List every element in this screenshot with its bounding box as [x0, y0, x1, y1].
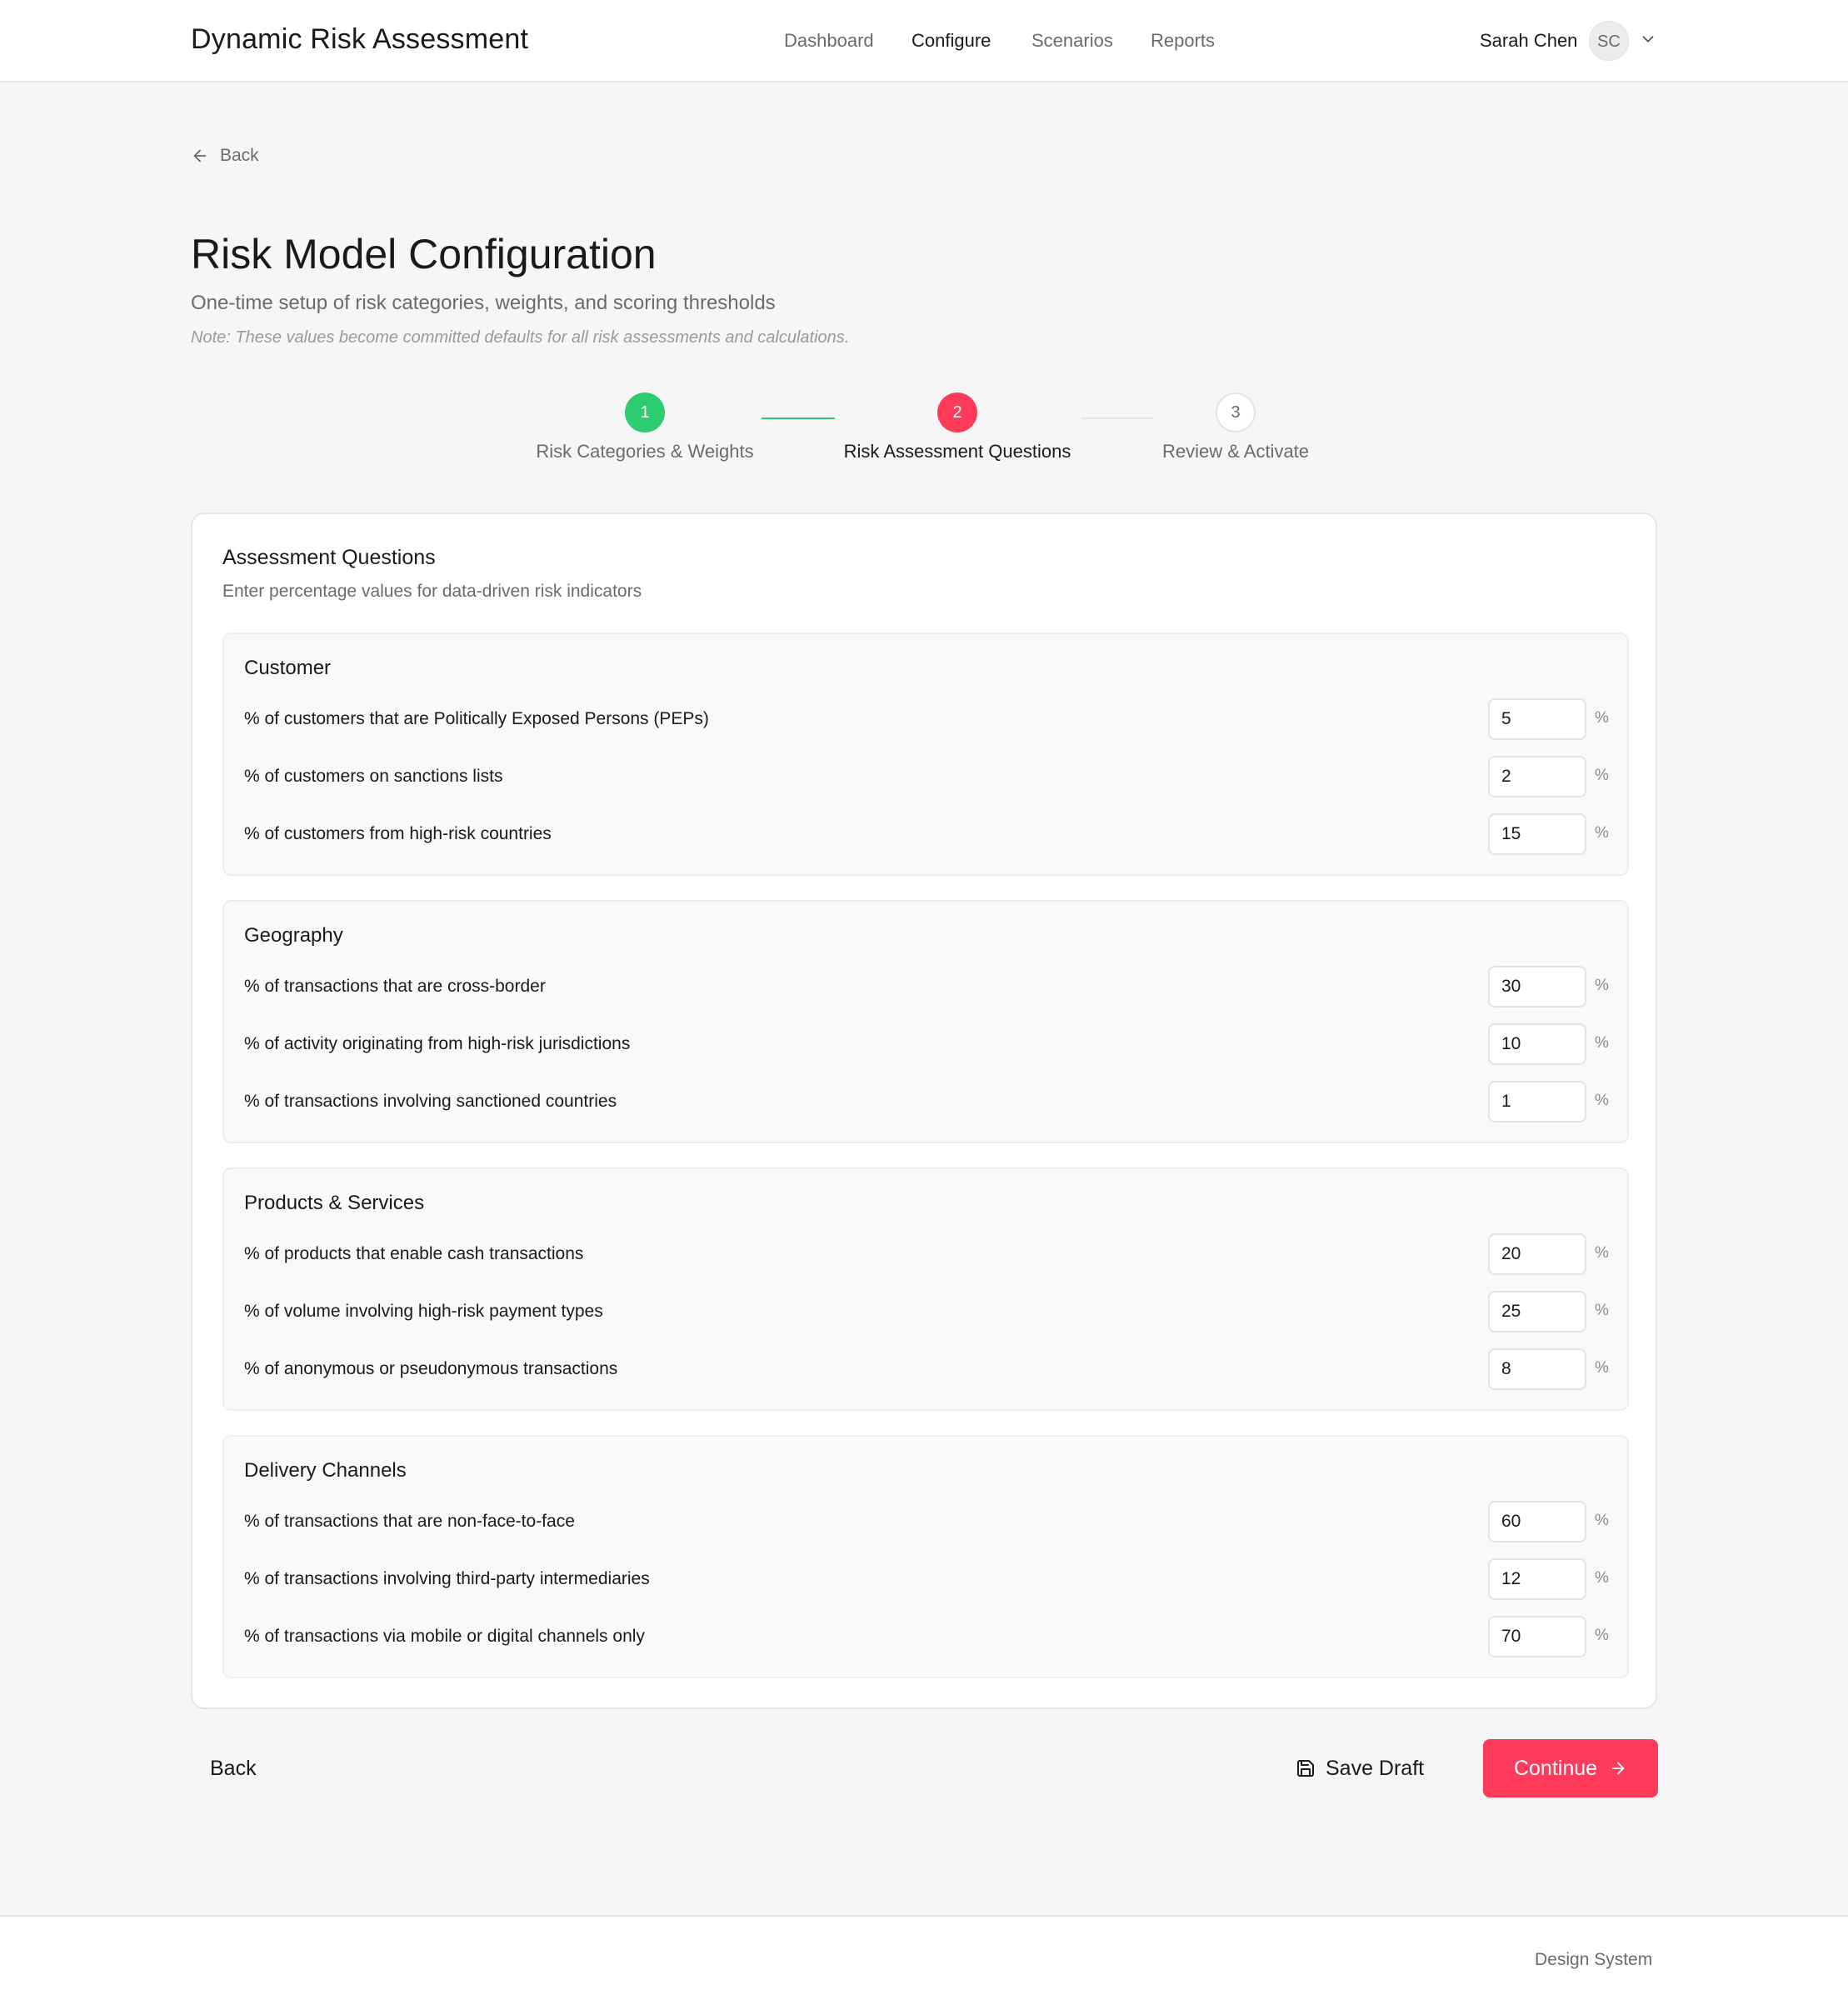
question-row: % of anonymous or pseudonymous transacti… [224, 1348, 1627, 1390]
step-3-indicator[interactable]: 3 [1216, 392, 1256, 432]
nav-scenarios[interactable]: Scenarios [1031, 30, 1113, 52]
percentage-input[interactable] [1488, 966, 1586, 1008]
percentage-input[interactable] [1488, 1348, 1586, 1390]
back-link-label: Back [220, 146, 259, 165]
assessment-questions-card: Assessment Questions Enter percentage va… [191, 512, 1657, 1709]
footer-text: Design System [1535, 1950, 1653, 1969]
percent-unit: % [1595, 1244, 1609, 1262]
percent-unit: % [1595, 709, 1609, 727]
question-label: % of products that enable cash transacti… [244, 1244, 584, 1263]
continue-button[interactable]: Continue [1483, 1739, 1658, 1798]
page-title: Risk Model Configuration [191, 231, 657, 278]
percentage-input[interactable] [1488, 1501, 1586, 1542]
step-1-indicator[interactable]: 1 [625, 392, 665, 432]
percentage-input[interactable] [1488, 1616, 1586, 1658]
percentage-input[interactable] [1488, 1558, 1586, 1600]
question-row: % of customers that are Politically Expo… [224, 698, 1627, 740]
percent-unit: % [1595, 1034, 1609, 1052]
question-row: % of volume involving high-risk payment … [224, 1291, 1627, 1332]
user-name[interactable]: Sarah Chen [1480, 30, 1577, 52]
percentage-input[interactable] [1488, 756, 1586, 798]
question-row: % of products that enable cash transacti… [224, 1233, 1627, 1275]
percent-unit: % [1595, 1512, 1609, 1529]
save-icon [1297, 1760, 1314, 1777]
back-link[interactable]: Back [191, 143, 259, 168]
question-row: % of customers on sanctions lists % [224, 756, 1627, 798]
question-label: % of transactions that are non-face-to-f… [244, 1512, 575, 1531]
page-note: Note: These values become committed defa… [191, 328, 850, 347]
card-subtitle: Enter percentage values for data-driven … [222, 582, 642, 601]
step-connector-1 [762, 418, 835, 419]
percent-unit: % [1595, 767, 1609, 784]
step-2-indicator[interactable]: 2 [937, 392, 977, 432]
page-footer: Design System [0, 1915, 1848, 2000]
chevron-down-icon[interactable] [1639, 30, 1657, 48]
app-title: Dynamic Risk Assessment [191, 23, 529, 55]
card-title: Assessment Questions [222, 546, 436, 569]
question-row: % of transactions via mobile or digital … [224, 1616, 1627, 1658]
question-label: % of anonymous or pseudonymous transacti… [244, 1359, 618, 1378]
question-label: % of customers that are Politically Expo… [244, 709, 709, 728]
question-row: % of transactions that are cross-border … [224, 966, 1627, 1008]
question-label: % of customers from high-risk countries [244, 824, 552, 843]
percentage-input[interactable] [1488, 1081, 1586, 1122]
nav-reports[interactable]: Reports [1151, 30, 1215, 52]
question-row: % of customers from high-risk countries … [224, 813, 1627, 855]
question-label: % of volume involving high-risk payment … [244, 1302, 603, 1321]
step-2-label[interactable]: Risk Assessment Questions [803, 441, 1111, 462]
question-label: % of customers on sanctions lists [244, 767, 503, 786]
question-row: % of transactions involving third-party … [224, 1558, 1627, 1600]
section-title: Geography [244, 924, 343, 947]
percentage-input[interactable] [1488, 1233, 1586, 1275]
avatar[interactable]: SC [1589, 21, 1629, 61]
percentage-input[interactable] [1488, 1291, 1586, 1332]
section-customer: Customer % of customers that are Politic… [222, 632, 1629, 876]
section-title: Delivery Channels [244, 1459, 407, 1482]
back-button[interactable]: Back [191, 1739, 274, 1798]
percent-unit: % [1595, 1302, 1609, 1319]
arrow-right-icon [1611, 1762, 1625, 1775]
percentage-input[interactable] [1488, 698, 1586, 740]
continue-label: Continue [1513, 1756, 1598, 1780]
top-navigation-bar: Dynamic Risk Assessment Dashboard Config… [0, 0, 1848, 82]
section-products-services: Products & Services % of products that e… [222, 1168, 1629, 1411]
percent-unit: % [1595, 1092, 1609, 1109]
question-label: % of transactions via mobile or digital … [244, 1627, 645, 1646]
step-3-label[interactable]: Review & Activate [1119, 441, 1352, 462]
save-draft-button[interactable]: Save Draft [1296, 1739, 1424, 1798]
section-title: Customer [244, 657, 332, 679]
arrow-left-icon [193, 149, 207, 162]
percent-unit: % [1595, 824, 1609, 842]
step-1-label[interactable]: Risk Categories & Weights [497, 441, 793, 462]
percentage-input[interactable] [1488, 1023, 1586, 1065]
section-delivery-channels: Delivery Channels % of transactions that… [222, 1435, 1629, 1678]
percent-unit: % [1595, 1569, 1609, 1587]
question-label: % of transactions that are cross-border [244, 977, 546, 996]
percent-unit: % [1595, 977, 1609, 994]
question-label: % of transactions involving third-party … [244, 1569, 650, 1588]
percent-unit: % [1595, 1627, 1609, 1644]
percent-unit: % [1595, 1359, 1609, 1377]
nav-configure[interactable]: Configure [912, 30, 991, 52]
question-label: % of activity originating from high-risk… [244, 1034, 631, 1053]
question-row: % of transactions that are non-face-to-f… [224, 1501, 1627, 1542]
section-geography: Geography % of transactions that are cro… [222, 900, 1629, 1143]
save-draft-label: Save Draft [1326, 1756, 1425, 1780]
percentage-input[interactable] [1488, 813, 1586, 855]
question-row: % of activity originating from high-risk… [224, 1023, 1627, 1065]
question-label: % of transactions involving sanctioned c… [244, 1092, 617, 1111]
question-row: % of transactions involving sanctioned c… [224, 1081, 1627, 1122]
step-connector-2 [1081, 418, 1153, 419]
nav-dashboard[interactable]: Dashboard [784, 30, 874, 52]
section-title: Products & Services [244, 1192, 425, 1214]
page-subtitle: One-time setup of risk categories, weigh… [191, 292, 776, 314]
